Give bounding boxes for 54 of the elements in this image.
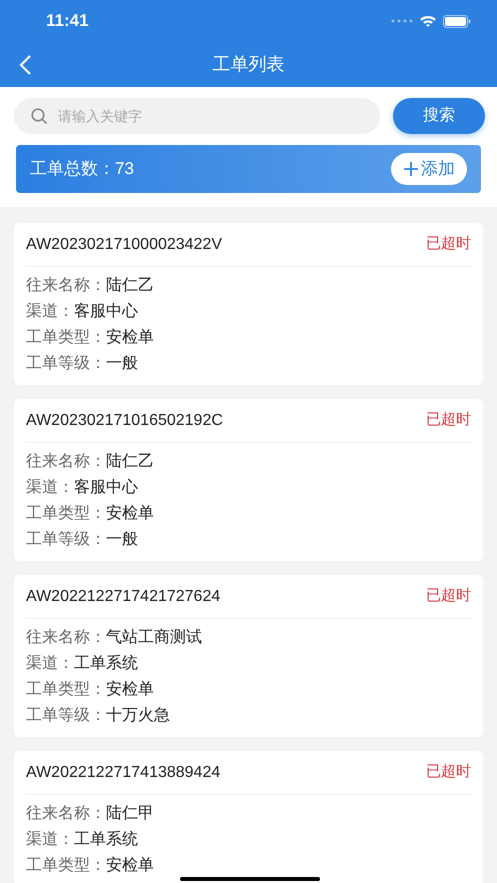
field-label: 工单类型：	[26, 680, 106, 700]
status-label: 已超时	[426, 410, 471, 430]
add-button[interactable]: 添加	[391, 153, 467, 185]
order-card[interactable]: AW2022122717413889424 已超时 往来名称：陆仁甲 渠道：工单系统 工单类型：安检单	[14, 751, 483, 883]
field-label: 渠道：	[26, 478, 74, 498]
field-label: 往来名称：	[26, 452, 106, 472]
back-icon[interactable]	[18, 54, 32, 76]
field-value: 陆仁乙	[106, 452, 154, 472]
order-count: 工单总数：73	[30, 158, 134, 180]
field-label: 渠道：	[26, 302, 74, 322]
order-card[interactable]: AW202302171000023422V 已超时 往来名称：陆仁乙 渠道：客服中心 工单类型：安检单 工单等级：一般	[14, 223, 483, 385]
field-value: 客服中心	[74, 302, 138, 322]
field-value: 一般	[106, 530, 138, 550]
status-label: 已超时	[426, 586, 471, 606]
field-value: 安检单	[106, 328, 154, 348]
field-value: 安检单	[106, 856, 154, 876]
field-value: 工单系统	[74, 830, 138, 850]
field-label: 往来名称：	[26, 628, 106, 648]
order-card[interactable]: AW202302171016502192C 已超时 往来名称：陆仁乙 渠道：客服中心 工单类型：安检单 工单等级：一般	[14, 399, 483, 561]
field-value: 客服中心	[74, 478, 138, 498]
field-value: 工单系统	[74, 654, 138, 674]
field-value: 气站工商测试	[106, 628, 202, 648]
field-label: 渠道：	[26, 654, 74, 674]
field-value: 一般	[106, 354, 138, 374]
wifi-icon	[419, 14, 437, 28]
status-label: 已超时	[426, 762, 471, 782]
field-label: 渠道：	[26, 830, 74, 850]
field-value: 安检单	[106, 504, 154, 524]
search-button[interactable]: 搜索	[393, 98, 485, 134]
battery-icon	[443, 14, 471, 28]
search-field[interactable]: 请输入关键字	[14, 98, 380, 134]
field-label: 工单等级：	[26, 530, 106, 550]
field-label: 工单类型：	[26, 504, 106, 524]
search-icon	[31, 108, 48, 125]
field-value: 陆仁乙	[106, 276, 154, 296]
plus-icon	[403, 161, 419, 177]
field-label: 工单类型：	[26, 856, 106, 876]
field-label: 往来名称：	[26, 276, 106, 296]
status-label: 已超时	[426, 234, 471, 254]
page-title: 工单列表	[212, 53, 284, 76]
field-label: 工单等级：	[26, 354, 106, 374]
field-value: 陆仁甲	[106, 804, 154, 824]
field-label: 往来名称：	[26, 804, 106, 824]
signal-icon	[391, 19, 413, 23]
order-number: AW202302171016502192C	[26, 410, 223, 430]
order-card[interactable]: AW2022122717421727624 已超时 往来名称：气站工商测试 渠道：工单系统 工单类型：安检单 工单等级：十万火急	[14, 575, 483, 737]
order-number: AW202302171000023422V	[26, 234, 222, 254]
order-number: AW2022122717413889424	[26, 762, 220, 782]
field-value: 安检单	[106, 680, 154, 700]
order-number: AW2022122717421727624	[26, 586, 220, 606]
field-label: 工单等级：	[26, 706, 106, 726]
field-value: 十万火急	[106, 706, 170, 726]
status-time: 11:41	[46, 10, 89, 32]
field-label: 工单类型：	[26, 328, 106, 348]
